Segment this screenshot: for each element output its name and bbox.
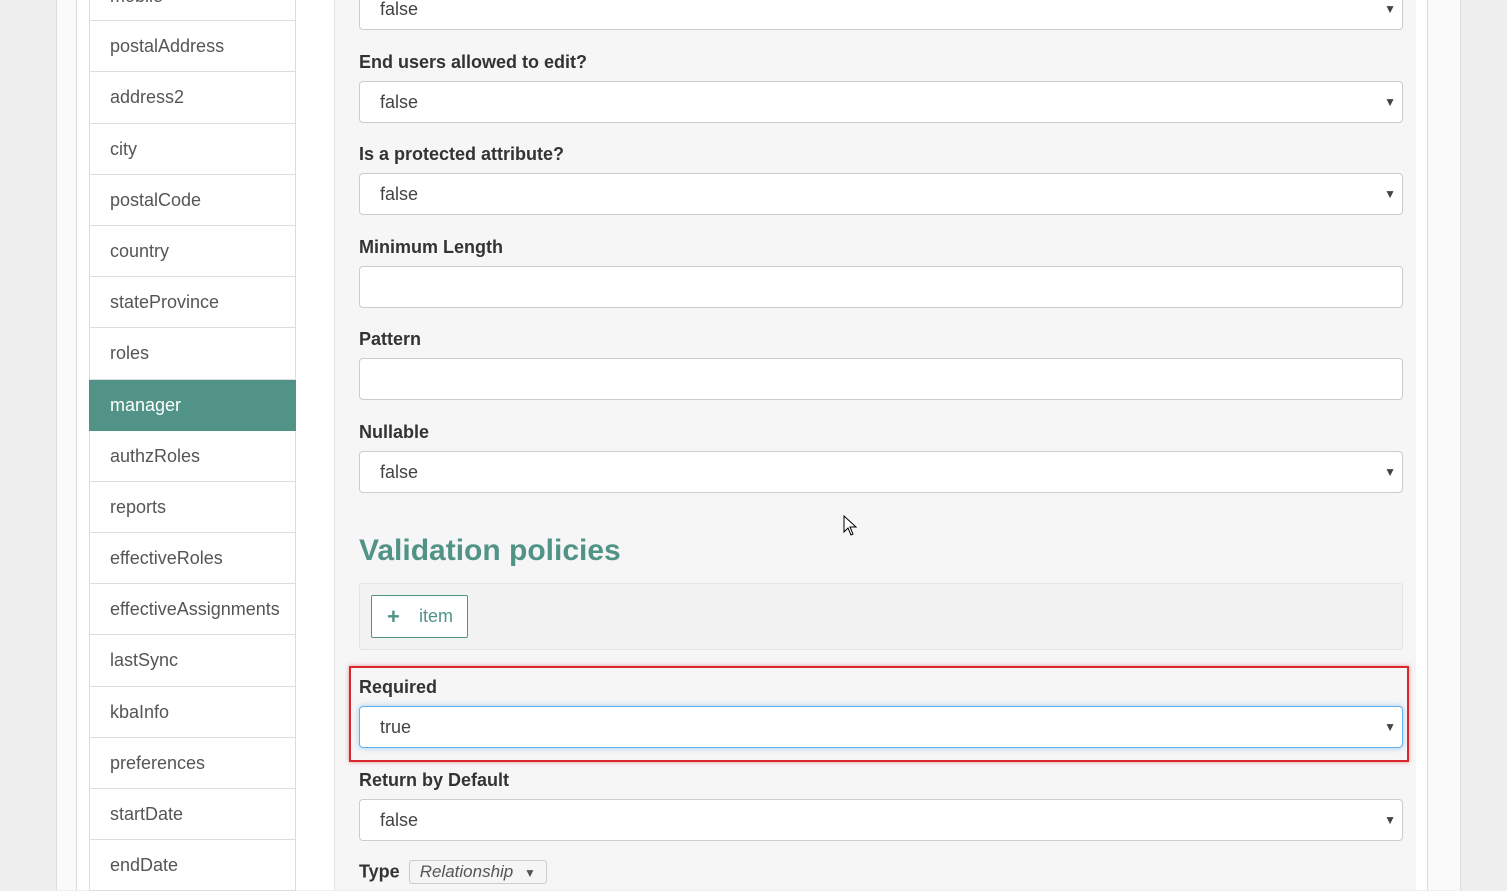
nullable-label: Nullable bbox=[359, 422, 430, 442]
sidebar-item-stateprovince[interactable]: stateProvince bbox=[89, 277, 296, 329]
nullable-select[interactable]: false ▼ bbox=[359, 451, 1403, 493]
chevron-down-icon: ▼ bbox=[524, 866, 536, 880]
validation-policies-heading: Validation policies bbox=[359, 534, 621, 567]
sidebar-item-kbainfo[interactable]: kbaInfo bbox=[89, 686, 296, 738]
type-dropdown[interactable]: Relationship ▼ bbox=[408, 860, 547, 884]
required-select[interactable]: true ▼ bbox=[359, 706, 1403, 748]
sidebar-item-preferences[interactable]: preferences bbox=[89, 737, 296, 789]
sidebar-item-startdate[interactable]: startDate bbox=[89, 789, 296, 841]
required-value: true bbox=[380, 717, 412, 737]
chevron-down-icon: ▼ bbox=[1384, 465, 1396, 479]
top-select-value: false bbox=[380, 0, 419, 19]
sidebar-item-manager[interactable]: manager bbox=[89, 379, 296, 431]
type-row: Type Relationship ▼ bbox=[359, 860, 547, 884]
sidebar-item-effectiveassignments[interactable]: effectiveAssignments bbox=[89, 584, 296, 636]
protected-attribute-label: Is a protected attribute? bbox=[359, 144, 565, 164]
type-label: Type bbox=[359, 861, 400, 882]
add-item-label: item bbox=[419, 606, 454, 626]
mouse-pointer-icon bbox=[843, 515, 858, 536]
minimum-length-label: Minimum Length bbox=[359, 237, 503, 257]
chevron-down-icon: ▼ bbox=[1384, 187, 1396, 201]
return-by-default-select[interactable]: false ▼ bbox=[359, 799, 1403, 841]
protected-attribute-select[interactable]: false ▼ bbox=[359, 173, 1403, 215]
sidebar-item-city[interactable]: city bbox=[89, 123, 296, 175]
sidebar-item-address2[interactable]: address2 bbox=[89, 72, 296, 124]
sidebar-item-authzroles[interactable]: authzRoles bbox=[89, 430, 296, 482]
validation-policies-well bbox=[359, 583, 1403, 650]
required-label: Required bbox=[359, 677, 438, 697]
return-by-default-label: Return by Default bbox=[359, 770, 510, 790]
top-select[interactable]: false ▼ bbox=[359, 0, 1403, 30]
chevron-down-icon: ▼ bbox=[1384, 95, 1396, 109]
chevron-down-icon: ▼ bbox=[1384, 813, 1396, 827]
pattern-input[interactable] bbox=[359, 358, 1403, 400]
end-users-edit-label: End users allowed to edit? bbox=[359, 52, 588, 72]
pattern-label: Pattern bbox=[359, 329, 422, 349]
sidebar-item-mobile[interactable]: mobile bbox=[89, 0, 296, 22]
end-users-edit-select[interactable]: false ▼ bbox=[359, 81, 1403, 123]
add-item-button[interactable]: + item bbox=[371, 595, 468, 638]
plus-icon: + bbox=[387, 604, 400, 629]
sidebar-item-reports[interactable]: reports bbox=[89, 481, 296, 534]
nullable-value: false bbox=[380, 462, 419, 482]
chevron-down-icon: ▼ bbox=[1384, 720, 1396, 734]
minimum-length-input[interactable] bbox=[359, 266, 1403, 308]
end-users-edit-value: false bbox=[380, 92, 419, 112]
sidebar-item-roles[interactable]: roles bbox=[89, 328, 296, 380]
return-by-default-value: false bbox=[380, 810, 419, 830]
sidebar-item-postalcode[interactable]: postalCode bbox=[89, 174, 296, 226]
sidebar-item-lastsync[interactable]: lastSync bbox=[89, 635, 296, 687]
type-dropdown-value: Relationship bbox=[419, 862, 514, 881]
sidebar-item-country[interactable]: country bbox=[89, 225, 296, 278]
sidebar-item-enddate[interactable]: endDate bbox=[89, 840, 296, 891]
protected-attribute-value: false bbox=[380, 184, 419, 204]
chevron-down-icon: ▼ bbox=[1384, 2, 1396, 16]
sidebar-item-effectiveroles[interactable]: effectiveRoles bbox=[89, 533, 296, 585]
property-list-sidebar: mobile postalAddress address2 city posta… bbox=[89, 0, 296, 891]
sidebar-item-postaladdress[interactable]: postalAddress bbox=[89, 21, 296, 73]
